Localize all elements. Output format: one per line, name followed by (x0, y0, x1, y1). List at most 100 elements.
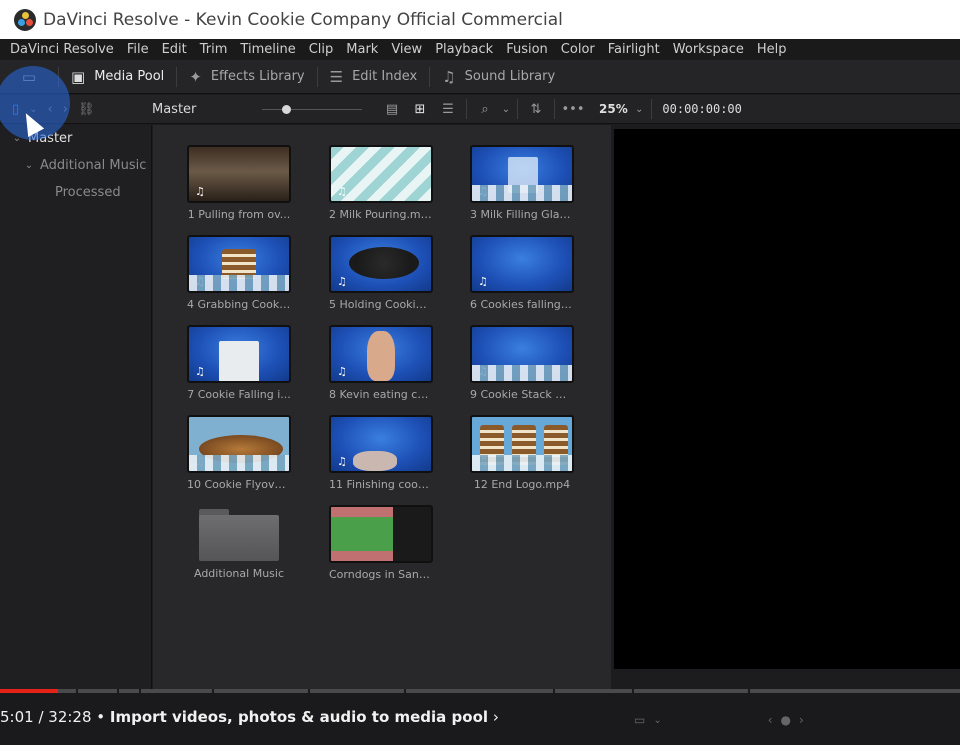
cookie-stack-shape (544, 425, 568, 465)
clip-name: 12 End Logo.mp4 (473, 478, 571, 491)
list-view-icon[interactable]: ☰ (434, 102, 462, 117)
edit-index-label: Edit Index (352, 69, 418, 84)
bin-processed[interactable]: Processed (0, 179, 151, 206)
video-progress-bar[interactable] (0, 689, 960, 693)
chevron-down-icon[interactable]: ⌄ (635, 104, 643, 115)
chevron-down-icon[interactable]: ⌄ (653, 715, 661, 726)
thumbnail-size-slider[interactable] (262, 95, 362, 124)
clip-thumbnail[interactable]: ♫ (470, 325, 574, 383)
chapter-marker (139, 689, 141, 693)
clip-item[interactable]: ♫ 9 Cookie Stack Gr... (470, 325, 574, 401)
sort-icon[interactable]: ⇅ (522, 102, 550, 117)
bin-label: Processed (55, 185, 121, 200)
audio-note-icon: ♫ (337, 365, 347, 378)
folder-icon[interactable] (199, 509, 279, 561)
viewer-zoom[interactable]: 25% (599, 102, 635, 116)
clip-name: 10 Cookie Flyover... (187, 478, 291, 491)
folder-item[interactable]: Additional Music (187, 505, 291, 580)
viewer-controls: ▭ ⌄ ‹ ● › (612, 700, 960, 740)
media-pool-button[interactable]: ▣ Media Pool (59, 60, 176, 94)
toolbar-divider (651, 99, 653, 119)
timeline-thumbnail-icon[interactable] (329, 505, 433, 563)
menu-file[interactable]: File (127, 42, 149, 57)
video-time-and-chapter: 5:01 / 32:28 • Import videos, photos & a… (0, 708, 499, 726)
menu-help[interactable]: Help (757, 42, 787, 57)
folder-body (199, 515, 279, 561)
sound-library-label: Sound Library (464, 69, 556, 84)
link-icon[interactable]: ⛓ (78, 102, 95, 117)
chevron-right-icon[interactable]: › (493, 708, 499, 726)
audio-note-icon: ♫ (478, 365, 488, 378)
clip-name: 9 Cookie Stack Gr... (470, 388, 574, 401)
glass-shape (219, 341, 259, 381)
clip-item[interactable]: ♫ 7 Cookie Falling i... (187, 325, 291, 401)
menu-mark[interactable]: Mark (346, 42, 378, 57)
magic-wand-icon: ✦ (189, 67, 202, 86)
more-options-icon[interactable]: ••• (559, 102, 587, 117)
clip-item[interactable]: ♫ 8 Kevin eating co... (329, 325, 433, 401)
toolbar-divider (517, 99, 518, 119)
media-pool-header: ▯ ⌄ ‹ › ⛓ Master ▤ ⊞ ☰ ⌕ ⌄ ⇅ ••• 25% ⌄ 0… (0, 95, 960, 124)
toolbar-divider (554, 99, 555, 119)
menu-workspace[interactable]: Workspace (673, 42, 744, 57)
viewer-mode-icon[interactable]: ▭ (634, 713, 645, 727)
clip-item[interactable]: ♫ 5 Holding Cookie ... (329, 235, 433, 311)
clip-item[interactable]: ♫ 2 Milk Pouring.mp4 (329, 145, 433, 221)
chevron-down-icon[interactable]: ⌄ (499, 104, 513, 115)
clip-item[interactable]: ♫ 10 Cookie Flyover... (187, 415, 291, 491)
clip-item[interactable]: ♫ 3 Milk Filling Glas... (470, 145, 574, 221)
clip-thumbnail[interactable]: ♫ (470, 235, 574, 293)
edit-index-button[interactable]: ☰ Edit Index (318, 60, 430, 94)
next-arrow-icon[interactable]: › (799, 713, 804, 727)
clip-thumbnail[interactable]: ♫ (470, 145, 574, 203)
clip-thumbnail[interactable]: ♫ (329, 235, 433, 293)
clip-thumbnail[interactable]: ♫ (187, 415, 291, 473)
clip-thumbnail[interactable]: ♫ (187, 235, 291, 293)
thumbnail-view-icon[interactable]: ⊞ (406, 102, 434, 117)
source-viewer (612, 125, 960, 690)
window-titlebar: DaVinci Resolve - Kevin Cookie Company O… (0, 0, 960, 39)
clip-thumbnail[interactable]: ♫ (329, 325, 433, 383)
chapter-marker (117, 689, 119, 693)
viewer-timecode: 00:00:00:00 (662, 102, 742, 116)
audio-note-icon: ♫ (478, 185, 488, 198)
clip-thumbnail[interactable]: ♫ (187, 145, 291, 203)
clip-item[interactable]: ♫ 11 Finishing cooki... (329, 415, 433, 491)
davinci-logo-icon (14, 8, 36, 31)
slider-knob[interactable] (282, 104, 291, 114)
clip-item[interactable]: ♫ 6 Cookies falling f... (470, 235, 574, 311)
audio-note-icon: ♫ (337, 275, 347, 288)
audio-note-icon: ♫ (195, 275, 205, 288)
metadata-view-icon[interactable]: ▤ (378, 102, 406, 117)
playhead-dot-icon[interactable]: ● (781, 713, 791, 727)
clip-name: 3 Milk Filling Glas... (470, 208, 574, 221)
prev-arrow-icon[interactable]: ‹ (768, 713, 773, 727)
sound-library-button[interactable]: ♫ Sound Library (430, 60, 567, 94)
chevron-down-icon[interactable]: ⌄ (22, 160, 36, 171)
menu-fairlight[interactable]: Fairlight (608, 42, 660, 57)
menu-color[interactable]: Color (561, 42, 595, 57)
clip-thumbnail[interactable]: ♫ (470, 415, 574, 473)
menu-fusion[interactable]: Fusion (506, 42, 548, 57)
clip-thumbnail[interactable]: ♫ (329, 415, 433, 473)
menu-playback[interactable]: Playback (435, 42, 493, 57)
bin-label: Additional Music (40, 158, 147, 173)
menu-edit[interactable]: Edit (162, 42, 187, 57)
clip-item[interactable]: ♫ 1 Pulling from ov... (187, 145, 291, 221)
viewer-screen[interactable] (614, 129, 960, 669)
clip-name: 7 Cookie Falling i... (187, 388, 291, 401)
effects-library-button[interactable]: ✦ Effects Library (177, 60, 316, 94)
clip-item[interactable]: ♫ 12 End Logo.mp4 (470, 415, 574, 491)
clip-thumbnail[interactable]: ♫ (329, 145, 433, 203)
bin-additional-music[interactable]: ⌄ Additional Music (0, 152, 151, 179)
menu-timeline[interactable]: Timeline (240, 42, 295, 57)
menu-view[interactable]: View (391, 42, 422, 57)
menu-trim[interactable]: Trim (200, 42, 228, 57)
search-icon[interactable]: ⌕ (471, 102, 499, 117)
timeline-item[interactable]: Corndogs in Sant... (329, 505, 433, 581)
menu-davinci-resolve[interactable]: DaVinci Resolve (10, 42, 114, 57)
clip-thumbnail[interactable]: ♫ (187, 325, 291, 383)
menu-clip[interactable]: Clip (309, 42, 334, 57)
clip-item[interactable]: ♫ 4 Grabbing Cooki... (187, 235, 291, 311)
chapter-title[interactable]: Import videos, photos & audio to media p… (110, 708, 488, 726)
